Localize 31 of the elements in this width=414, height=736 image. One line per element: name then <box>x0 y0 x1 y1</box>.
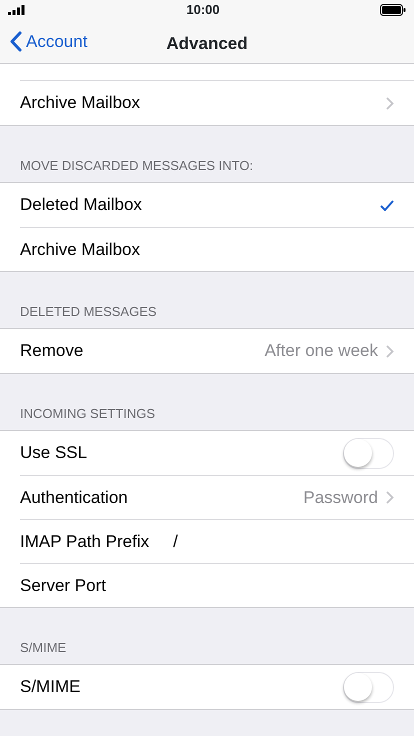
toggle-switch[interactable] <box>343 672 394 702</box>
chevron-icon <box>386 491 394 504</box>
signal-icon <box>8 5 26 15</box>
row-label: Archive Mailbox <box>20 92 140 114</box>
settings-row[interactable]: Authentication Password <box>20 475 414 519</box>
toggle-switch[interactable] <box>343 438 394 468</box>
row-label: Server Port <box>20 574 106 597</box>
chevron-icon <box>386 344 394 358</box>
back-chevron-icon <box>10 31 22 52</box>
row-value: Password <box>303 486 378 509</box>
text-field[interactable]: / <box>173 528 394 554</box>
section-header: MOVE DISCARDED MESSAGES INTO: <box>20 156 254 174</box>
section-header: DELETED MESSAGES <box>20 302 157 320</box>
status-time: 10:00 <box>186 1 220 20</box>
option-row[interactable]: Archive Mailbox <box>20 227 414 271</box>
row-label: Remove <box>20 340 84 362</box>
battery-icon <box>380 4 406 16</box>
settings-row[interactable]: Remove After one week <box>0 329 414 373</box>
row-label: Deleted Mailbox <box>20 194 142 216</box>
section-header: S/MIME <box>20 638 66 656</box>
row-label: Archive Mailbox <box>20 238 140 261</box>
screen-title: Advanced <box>166 33 248 55</box>
section-header: INCOMING SETTINGS <box>20 404 156 422</box>
row-value: After one week <box>264 340 378 362</box>
back-button[interactable]: Account <box>0 28 88 54</box>
chevron-icon <box>386 96 394 110</box>
row-label: S/MIME <box>20 676 80 698</box>
option-row[interactable]: Deleted Mailbox <box>0 183 414 227</box>
row-label: Use SSL <box>20 442 88 464</box>
row-label: Authentication <box>20 486 128 509</box>
row-label: IMAP Path Prefix <box>20 530 150 553</box>
